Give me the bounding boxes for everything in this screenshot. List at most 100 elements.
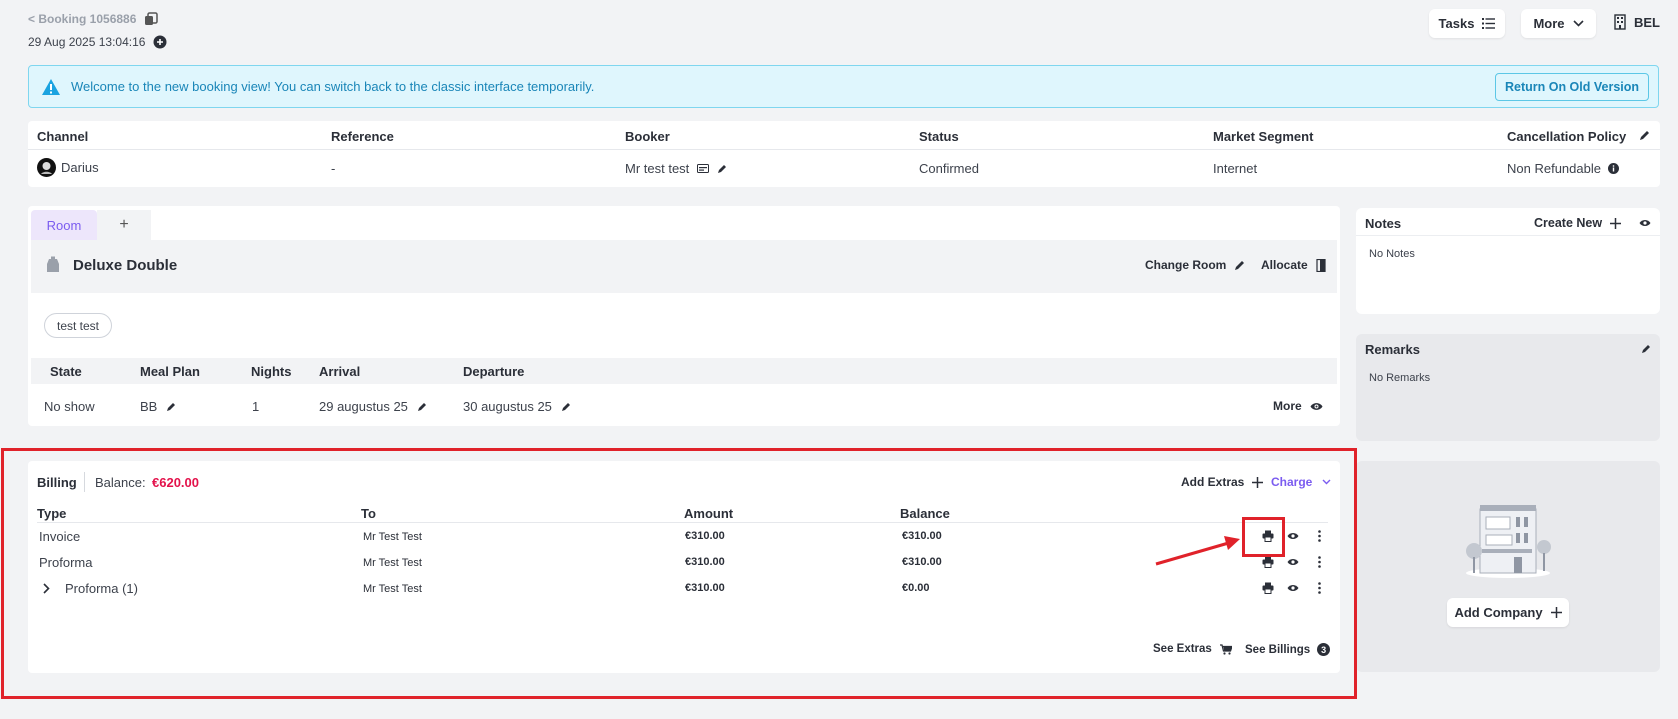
copy-icon[interactable] xyxy=(144,12,159,26)
tasks-label: Tasks xyxy=(1438,16,1475,31)
notes-title: Notes xyxy=(1365,216,1402,231)
kebab-menu-icon[interactable] xyxy=(1318,556,1321,568)
add-company-button[interactable]: Add Company xyxy=(1447,598,1569,627)
building-icon xyxy=(1614,14,1626,30)
id-card-icon[interactable] xyxy=(697,164,710,173)
departure-cell: 30 augustus 25 xyxy=(463,399,571,414)
edit-meal-plan-icon[interactable] xyxy=(166,402,176,412)
header-status: Status xyxy=(919,129,959,144)
channel-name: Darius xyxy=(61,160,99,175)
see-billings-label: See Billings xyxy=(1245,643,1311,656)
create-note-button[interactable]: Create New xyxy=(1534,216,1622,230)
print-icon[interactable] xyxy=(1262,582,1274,594)
kebab-menu-icon[interactable] xyxy=(1318,530,1321,542)
remarks-title: Remarks xyxy=(1365,342,1420,357)
more-menu-button[interactable]: More xyxy=(1521,9,1596,38)
back-link[interactable]: < Booking 1056886 xyxy=(28,12,159,26)
edit-departure-icon[interactable] xyxy=(561,402,571,412)
print-icon[interactable] xyxy=(1262,556,1274,568)
edit-arrival-icon[interactable] xyxy=(417,402,427,412)
arrival-value: 29 augustus 25 xyxy=(319,399,408,414)
plus-icon xyxy=(1550,607,1562,618)
cancellation-value: Non Refundable xyxy=(1507,161,1601,176)
charge-dropdown[interactable]: Charge xyxy=(1271,475,1331,489)
billing-row[interactable]: Proforma (1) Mr Test Test €310.00 €0.00 xyxy=(28,576,1340,600)
view-eye-icon[interactable] xyxy=(1287,558,1299,566)
change-room-label: Change Room xyxy=(1145,258,1227,272)
status-value: Confirmed xyxy=(919,161,979,176)
billing-card: Billing Balance: €620.00 Add Extras Char… xyxy=(28,461,1340,673)
print-icon[interactable] xyxy=(1262,530,1274,542)
tab-room[interactable]: Room xyxy=(31,210,97,240)
col-meal-plan: Meal Plan xyxy=(140,364,200,379)
departure-value: 30 augustus 25 xyxy=(463,399,552,414)
plus-icon xyxy=(1252,476,1264,488)
room-more-button[interactable]: More xyxy=(1273,399,1323,413)
reference-value: - xyxy=(331,161,336,176)
billing-row-type: Proforma (1) xyxy=(65,581,138,596)
property-code: BEL xyxy=(1634,14,1660,30)
room-more-label: More xyxy=(1273,399,1302,413)
return-old-version-button[interactable]: Return On Old Version xyxy=(1495,73,1649,101)
view-eye-icon[interactable] xyxy=(1287,532,1299,540)
meal-plan-cell: BB xyxy=(140,399,176,414)
billing-row-amount: €310.00 xyxy=(685,530,725,542)
billing-col-to: To xyxy=(361,506,376,521)
header-channel: Channel xyxy=(37,129,89,144)
billing-row-amount: €310.00 xyxy=(685,556,725,568)
tasks-button[interactable]: Tasks xyxy=(1429,9,1505,38)
balance-label: Balance: xyxy=(95,475,146,490)
allocate-label: Allocate xyxy=(1261,258,1308,272)
see-billings-button[interactable]: See Billings 3 xyxy=(1245,643,1331,656)
nights-value: 1 xyxy=(252,399,260,414)
billings-count-badge: 3 xyxy=(1317,643,1331,656)
remarks-edit-icon[interactable] xyxy=(1641,344,1651,354)
cart-icon xyxy=(1219,643,1232,655)
notes-eye-icon[interactable] xyxy=(1639,219,1651,227)
market-segment-value: Internet xyxy=(1213,161,1258,176)
see-extras-button[interactable]: See Extras xyxy=(1153,643,1232,655)
arrival-cell: 29 augustus 25 xyxy=(319,399,427,414)
booker-name: Mr test test xyxy=(625,161,690,176)
chevron-right-icon[interactable] xyxy=(43,583,50,594)
warning-icon xyxy=(41,78,61,96)
room-header: Deluxe Double Change Room Allocate xyxy=(31,240,1337,293)
billing-row-type: Invoice xyxy=(39,529,81,544)
kebab-menu-icon[interactable] xyxy=(1318,582,1321,594)
booking-info-card: Channel Reference Booker Status Market S… xyxy=(28,121,1660,187)
billing-row-to: Mr Test Test xyxy=(363,531,422,543)
change-room-button[interactable]: Change Room xyxy=(1145,258,1245,272)
banner-message: Welcome to the new booking view! You can… xyxy=(71,79,595,94)
booking-datetime: 29 Aug 2025 13:04:16 xyxy=(28,35,146,49)
header-market-segment: Market Segment xyxy=(1213,129,1314,144)
billing-col-amount: Amount xyxy=(684,506,734,521)
billing-row-balance: €310.00 xyxy=(902,530,942,542)
add-extras-label: Add Extras xyxy=(1181,475,1245,489)
add-circle-icon[interactable] xyxy=(153,35,167,49)
billing-row-to: Mr Test Test xyxy=(363,557,422,569)
info-icon[interactable] xyxy=(1607,163,1619,174)
back-label[interactable]: < Booking 1056886 xyxy=(28,12,136,26)
room-icon xyxy=(46,256,60,274)
add-extras-button[interactable]: Add Extras xyxy=(1181,475,1264,489)
notes-empty: No Notes xyxy=(1369,248,1415,260)
room-table-header: State Meal Plan Nights Arrival Departure xyxy=(31,358,1337,384)
property-selector[interactable]: BEL xyxy=(1614,14,1660,30)
billing-row[interactable]: Invoice Mr Test Test €310.00 €310.00 xyxy=(28,524,1340,548)
edit-pencil-icon[interactable] xyxy=(1639,130,1650,141)
plus-icon xyxy=(1610,217,1622,229)
header-booker: Booker xyxy=(625,129,670,144)
company-card: Add Company xyxy=(1356,461,1660,672)
tab-add-room[interactable]: + xyxy=(97,210,151,240)
billing-col-type: Type xyxy=(37,506,67,521)
meal-plan-value: BB xyxy=(140,399,158,414)
allocate-button[interactable]: Allocate xyxy=(1261,258,1326,272)
guest-chip[interactable]: test test xyxy=(44,313,113,338)
edit-booker-pencil-icon[interactable] xyxy=(717,164,727,174)
col-arrival: Arrival xyxy=(319,364,361,379)
remarks-empty: No Remarks xyxy=(1369,372,1431,384)
view-eye-icon[interactable] xyxy=(1287,584,1299,592)
state-value: No show xyxy=(44,399,95,414)
billing-title: Billing xyxy=(37,475,77,490)
billing-row[interactable]: Proforma Mr Test Test €310.00 €310.00 xyxy=(28,550,1340,574)
